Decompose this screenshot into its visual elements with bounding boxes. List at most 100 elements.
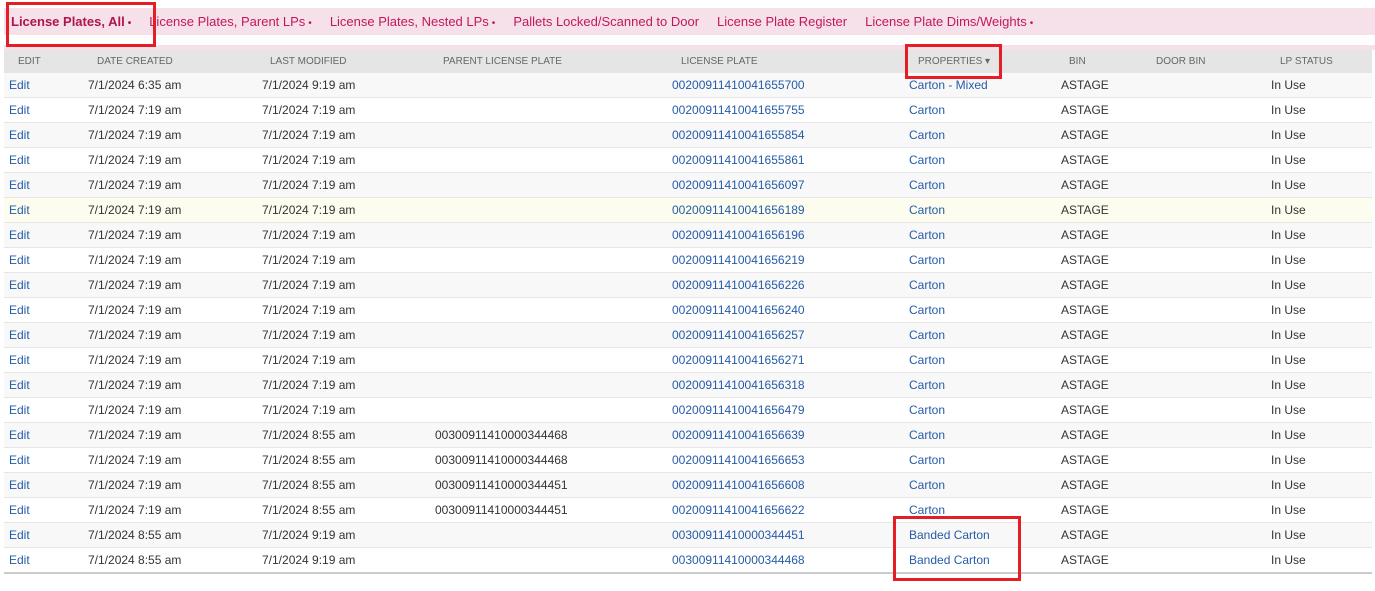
cell-door-bin (1151, 172, 1266, 198)
column-header-last-modified[interactable]: LAST MODIFIED (257, 50, 430, 73)
cell-properties[interactable]: Carton (904, 447, 1056, 473)
tab-menu-dot[interactable]: • (308, 18, 312, 29)
cell-license-plate[interactable]: 00200911410041655861 (667, 147, 904, 173)
cell-date-created: 7/1/2024 7:19 am (83, 397, 257, 423)
cell-properties[interactable]: Carton (904, 422, 1056, 448)
cell-properties[interactable]: Carton (904, 372, 1056, 398)
edit-link[interactable]: Edit (4, 197, 83, 223)
cell-bin: ASTAGE (1056, 397, 1151, 423)
edit-link[interactable]: Edit (4, 322, 83, 348)
edit-link[interactable]: Edit (4, 497, 83, 523)
cell-properties[interactable]: Carton (904, 97, 1056, 123)
cell-parent-license-plate (430, 322, 667, 348)
cell-license-plate[interactable]: 00200911410041656240 (667, 297, 904, 323)
table-row: Edit 7/1/2024 7:19 am 7/1/2024 7:19 am 0020… (4, 397, 1372, 423)
cell-door-bin (1151, 522, 1266, 548)
edit-link[interactable]: Edit (4, 147, 83, 173)
column-header-edit[interactable]: EDIT (4, 50, 83, 73)
cell-properties[interactable]: Banded Carton (904, 522, 1056, 548)
edit-link[interactable]: Edit (4, 347, 83, 373)
cell-license-plate[interactable]: 00200911410041655700 (667, 73, 904, 98)
cell-license-plate[interactable]: 00200911410041655755 (667, 97, 904, 123)
cell-bin: ASTAGE (1056, 172, 1151, 198)
tab-license-plates-parent-lps[interactable]: License Plates, Parent LPs • (149, 14, 312, 29)
cell-license-plate[interactable]: 00200911410041656622 (667, 497, 904, 523)
tab-pallets-locked-scanned-to-door[interactable]: Pallets Locked/Scanned to Door (513, 14, 699, 29)
tab-label: License Plate Dims/Weights (865, 14, 1027, 29)
column-header-license-plate[interactable]: LICENSE PLATE (667, 50, 904, 73)
table-row: Edit 7/1/2024 7:19 am 7/1/2024 8:55 am 0030… (4, 472, 1372, 498)
cell-license-plate[interactable]: 00200911410041655854 (667, 122, 904, 148)
edit-link[interactable]: Edit (4, 447, 83, 473)
cell-properties[interactable]: Carton (904, 472, 1056, 498)
edit-link[interactable]: Edit (4, 73, 83, 98)
edit-link[interactable]: Edit (4, 97, 83, 123)
cell-properties[interactable]: Carton (904, 397, 1056, 423)
cell-date-created: 7/1/2024 7:19 am (83, 322, 257, 348)
cell-license-plate[interactable]: 00200911410041656608 (667, 472, 904, 498)
cell-bin: ASTAGE (1056, 222, 1151, 248)
cell-license-plate[interactable]: 00200911410041656639 (667, 422, 904, 448)
cell-properties[interactable]: Carton (904, 322, 1056, 348)
cell-door-bin (1151, 247, 1266, 273)
cell-license-plate[interactable]: 00200911410041656189 (667, 197, 904, 223)
tab-label: License Plates, Nested LPs (329, 14, 489, 29)
cell-door-bin (1151, 97, 1266, 123)
edit-link[interactable]: Edit (4, 297, 83, 323)
column-header-lp-status[interactable]: LP STATUS (1266, 50, 1372, 73)
column-header-door-bin[interactable]: DOOR BIN (1151, 50, 1266, 73)
tab-license-plates-nested-lps[interactable]: License Plates, Nested LPs • (330, 14, 496, 29)
cell-properties[interactable]: Carton (904, 122, 1056, 148)
edit-link[interactable]: Edit (4, 522, 83, 548)
column-header-parent-license-plate[interactable]: PARENT LICENSE PLATE (430, 50, 667, 73)
tab-license-plate-register[interactable]: License Plate Register (717, 14, 847, 29)
edit-link[interactable]: Edit (4, 222, 83, 248)
tab-menu-dot[interactable]: • (492, 18, 496, 29)
cell-license-plate[interactable]: 00200911410041656196 (667, 222, 904, 248)
cell-license-plate[interactable]: 00300911410000344451 (667, 522, 904, 548)
cell-properties[interactable]: Carton (904, 247, 1056, 273)
cell-license-plate[interactable]: 00200911410041656097 (667, 172, 904, 198)
column-header-bin[interactable]: BIN (1056, 50, 1151, 73)
cell-properties[interactable]: Carton (904, 147, 1056, 173)
cell-date-created: 7/1/2024 7:19 am (83, 347, 257, 373)
cell-properties[interactable]: Carton (904, 172, 1056, 198)
edit-link[interactable]: Edit (4, 122, 83, 148)
edit-link[interactable]: Edit (4, 397, 83, 423)
cell-license-plate[interactable]: 00200911410041656479 (667, 397, 904, 423)
cell-properties[interactable]: Carton (904, 272, 1056, 298)
cell-date-created: 7/1/2024 7:19 am (83, 447, 257, 473)
cell-license-plate[interactable]: 00200911410041656318 (667, 372, 904, 398)
edit-link[interactable]: Edit (4, 247, 83, 273)
edit-link[interactable]: Edit (4, 422, 83, 448)
cell-properties[interactable]: Carton (904, 497, 1056, 523)
tab-license-plate-dims-weights[interactable]: License Plate Dims/Weights • (865, 14, 1033, 29)
cell-license-plate[interactable]: 00200911410041656226 (667, 272, 904, 298)
edit-link[interactable]: Edit (4, 172, 83, 198)
cell-properties[interactable]: Carton (904, 197, 1056, 223)
cell-properties[interactable]: Carton (904, 222, 1056, 248)
cell-license-plate[interactable]: 00200911410041656257 (667, 322, 904, 348)
cell-license-plate[interactable]: 00200911410041656653 (667, 447, 904, 473)
cell-license-plate[interactable]: 00300911410000344468 (667, 547, 904, 574)
column-header-properties[interactable]: PROPERTIES ▾ (904, 50, 1056, 73)
cell-license-plate[interactable]: 00200911410041656219 (667, 247, 904, 273)
table-row: Edit 7/1/2024 7:19 am 7/1/2024 7:19 am 0020… (4, 347, 1372, 373)
tab-license-plates-all[interactable]: License Plates, All • (11, 14, 131, 29)
column-header-date-created[interactable]: DATE CREATED (83, 50, 257, 73)
cell-door-bin (1151, 297, 1266, 323)
cell-properties[interactable]: Banded Carton (904, 547, 1056, 574)
cell-properties[interactable]: Carton - Mixed (904, 73, 1056, 98)
edit-link[interactable]: Edit (4, 547, 83, 574)
tab-label: License Plates, All (11, 14, 125, 29)
cell-properties[interactable]: Carton (904, 347, 1056, 373)
tab-menu-dot[interactable]: • (128, 18, 132, 29)
cell-license-plate[interactable]: 00200911410041656271 (667, 347, 904, 373)
edit-link[interactable]: Edit (4, 272, 83, 298)
cell-properties[interactable]: Carton (904, 297, 1056, 323)
cell-door-bin (1151, 272, 1266, 298)
tab-menu-dot[interactable]: • (1030, 18, 1034, 29)
edit-link[interactable]: Edit (4, 372, 83, 398)
cell-last-modified: 7/1/2024 7:19 am (257, 372, 430, 398)
edit-link[interactable]: Edit (4, 472, 83, 498)
